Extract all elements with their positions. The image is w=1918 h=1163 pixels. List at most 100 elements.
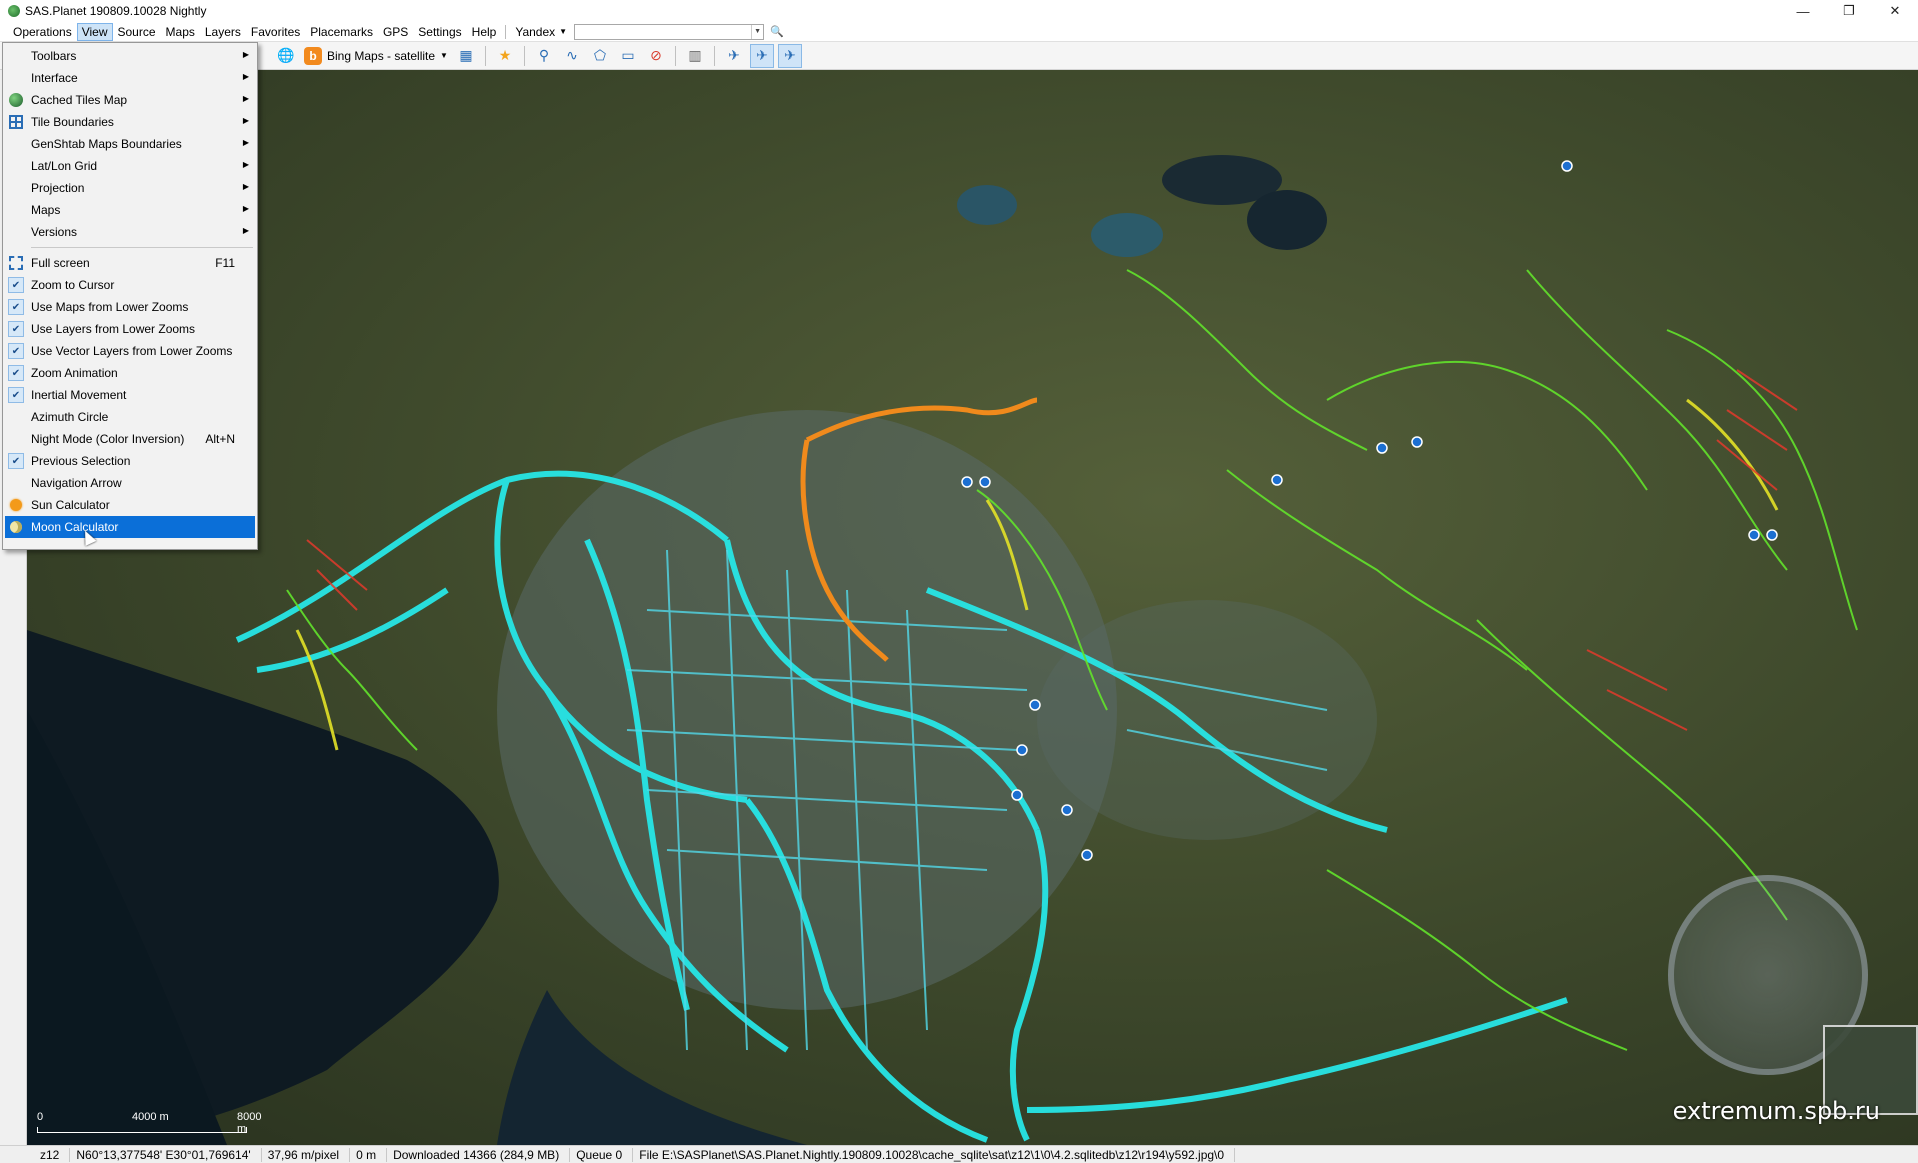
scale-label-4000: 4000 m: [132, 1111, 169, 1123]
menu-item-projection[interactable]: Projection ▶: [5, 177, 255, 199]
status-coordinates: N60°13,377548' E30°01,769614': [70, 1147, 262, 1162]
layers-icon[interactable]: ▦: [454, 44, 478, 68]
ruler-icon[interactable]: ▭: [616, 44, 640, 68]
menu-bar: Operations View Source Maps Layers Favor…: [0, 22, 1918, 42]
map-source-select[interactable]: b Bing Maps - satellite ▼: [300, 44, 452, 68]
submenu-arrow-icon: ▶: [242, 160, 249, 169]
toolbar-separator: [523, 45, 525, 66]
scale-label-0: 0: [37, 1111, 44, 1123]
main-toolbar: 🌐 b Bing Maps - satellite ▼ ▦ ★ ⚲ ∿ ⬠ ▭ …: [0, 42, 1918, 70]
menu-item-versions[interactable]: Versions ▶: [5, 221, 255, 243]
menu-item-use-maps-lower-zooms[interactable]: ✔ Use Maps from Lower Zooms: [5, 296, 255, 318]
status-resolution: 37,96 m/pixel: [262, 1147, 351, 1162]
gps-device-icon[interactable]: ▥: [683, 44, 707, 68]
menu-item-label: Night Mode (Color Inversion): [31, 432, 185, 446]
path-icon[interactable]: ∿: [560, 44, 584, 68]
app-icon: [8, 5, 20, 17]
menu-item-use-vector-layers-lower-zooms[interactable]: ✔ Use Vector Layers from Lower Zooms: [5, 340, 255, 362]
status-zoom: z12: [0, 1147, 71, 1162]
menu-item-toolbars[interactable]: Toolbars ▶: [5, 45, 255, 67]
tile-grid-icon: [8, 114, 24, 130]
menu-item-maps[interactable]: Maps ▶: [5, 199, 255, 221]
menu-item-moon-calculator[interactable]: Moon Calculator: [5, 516, 255, 538]
menu-item-label: Maps: [31, 203, 61, 217]
maximize-button[interactable]: ❐: [1826, 0, 1872, 22]
search-provider-label: Yandex: [515, 24, 556, 39]
window-controls: — ❐ ✕: [1780, 0, 1918, 22]
gps-center-icon[interactable]: ✈: [777, 43, 802, 68]
menu-placemarks[interactable]: Placemarks: [305, 23, 378, 41]
menu-item-use-layers-lower-zooms[interactable]: ✔ Use Layers from Lower Zooms: [5, 318, 255, 340]
menu-operations[interactable]: Operations: [8, 23, 77, 41]
menu-item-label: Previous Selection: [31, 454, 131, 468]
menu-item-label: Use Layers from Lower Zooms: [31, 322, 196, 336]
map-source-label: Bing Maps - satellite: [327, 48, 436, 63]
search-provider-select[interactable]: Yandex ▼: [510, 23, 572, 41]
map-view[interactable]: 0 4000 m 8000 m extremum.spb.ru: [27, 70, 1918, 1145]
menu-item-zoom-animation[interactable]: ✔ Zoom Animation: [5, 362, 255, 384]
menu-item-label: Tile Boundaries: [31, 115, 114, 129]
checkmark-icon: ✔: [8, 387, 24, 403]
menu-item-label: Lat/Lon Grid: [31, 159, 98, 173]
menu-shortcut: Alt+N: [205, 432, 235, 446]
menu-item-genshtab-boundaries[interactable]: GenShtab Maps Boundaries ▶: [5, 133, 255, 155]
close-button[interactable]: ✕: [1872, 0, 1918, 22]
menu-item-navigation-arrow[interactable]: Navigation Arrow: [5, 472, 255, 494]
menu-maps[interactable]: Maps: [161, 23, 200, 41]
menu-settings[interactable]: Settings: [413, 23, 466, 41]
map-canvas: [27, 70, 1918, 1145]
menu-item-label: Azimuth Circle: [31, 410, 109, 424]
search-history-dropdown-icon[interactable]: ▼: [751, 24, 763, 39]
menu-item-label: Zoom to Cursor: [31, 278, 115, 292]
menu-separator: [505, 24, 507, 39]
submenu-arrow-icon: ▶: [242, 204, 249, 213]
minimize-button[interactable]: —: [1780, 0, 1826, 22]
search-icon[interactable]: 🔍: [770, 25, 784, 38]
menu-favorites[interactable]: Favorites: [246, 23, 305, 41]
search-input[interactable]: ▼: [574, 23, 765, 40]
menu-item-latlon-grid[interactable]: Lat/Lon Grid ▶: [5, 155, 255, 177]
menu-item-azimuth-circle[interactable]: Azimuth Circle: [5, 406, 255, 428]
status-file: File E:\SASPlanet\SAS.Planet.Nightly.190…: [633, 1147, 1236, 1162]
menu-item-label: Cached Tiles Map: [31, 93, 128, 107]
view-menu-dropdown: Toolbars ▶ Interface ▶ Cached Tiles Map …: [2, 42, 258, 550]
submenu-arrow-icon: ▶: [242, 182, 249, 191]
status-bar: z12 N60°13,377548' E30°01,769614' 37,96 …: [0, 1145, 1918, 1163]
checkmark-icon: ✔: [8, 453, 24, 469]
checkmark-icon: ✔: [8, 365, 24, 381]
menu-item-label: Inertial Movement: [31, 388, 127, 402]
polygon-icon[interactable]: ⬠: [588, 44, 612, 68]
checkmark-icon: ✔: [8, 277, 24, 293]
menu-item-label: Full screen: [31, 256, 90, 270]
moon-icon: [8, 519, 24, 535]
menu-item-sun-calculator[interactable]: Sun Calculator: [5, 494, 255, 516]
menu-item-cached-tiles-map[interactable]: Cached Tiles Map ▶: [5, 89, 255, 111]
menu-shortcut: F11: [215, 256, 235, 270]
menu-item-zoom-to-cursor[interactable]: ✔ Zoom to Cursor: [5, 274, 255, 296]
placemark-icon[interactable]: ⚲: [532, 44, 556, 68]
menu-gps[interactable]: GPS: [378, 23, 413, 41]
menu-item-full-screen[interactable]: Full screen F11: [5, 252, 255, 274]
site-watermark: extremum.spb.ru: [1672, 1097, 1880, 1125]
delete-icon[interactable]: ⊘: [644, 44, 668, 68]
checkmark-icon: ✔: [8, 299, 24, 315]
fullscreen-icon: [8, 255, 24, 271]
menu-item-night-mode[interactable]: Night Mode (Color Inversion) Alt+N: [5, 428, 255, 450]
favorites-star-icon[interactable]: ★: [493, 44, 517, 68]
satellite-icon[interactable]: ✈: [722, 44, 746, 68]
checkmark-icon: ✔: [8, 343, 24, 359]
menu-item-inertial-movement[interactable]: ✔ Inertial Movement: [5, 384, 255, 406]
status-downloaded: Downloaded 14366 (284,9 MB): [387, 1147, 571, 1162]
menu-source[interactable]: Source: [113, 23, 161, 41]
menu-item-previous-selection[interactable]: ✔ Previous Selection: [5, 450, 255, 472]
menu-view[interactable]: View: [76, 22, 113, 41]
menu-item-tile-boundaries[interactable]: Tile Boundaries ▶: [5, 111, 255, 133]
menu-item-interface[interactable]: Interface ▶: [5, 67, 255, 89]
menu-layers[interactable]: Layers: [200, 23, 246, 41]
status-distance: 0 m: [350, 1147, 388, 1162]
window-title: SAS.Planet 190809.10028 Nightly: [25, 4, 207, 18]
gps-track-icon[interactable]: ✈: [749, 43, 774, 68]
menu-help[interactable]: Help: [467, 23, 502, 41]
globe-source-icon[interactable]: 🌐: [274, 44, 298, 68]
submenu-arrow-icon: ▶: [242, 94, 249, 103]
